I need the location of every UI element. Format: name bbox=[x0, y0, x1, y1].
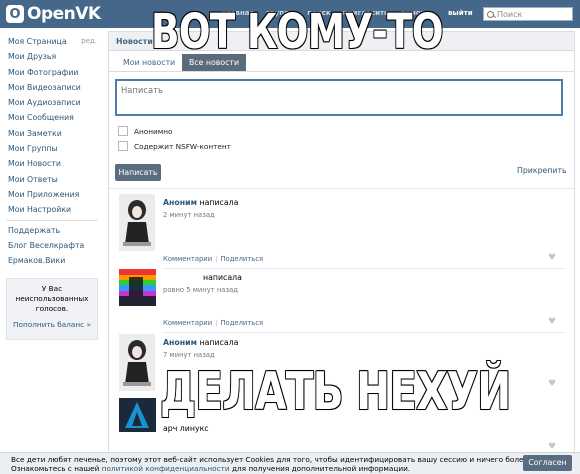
meme-caption-bottom: ДЕЛАТЬ НЕХУЙ bbox=[159, 361, 512, 423]
post-header: написала bbox=[203, 273, 242, 282]
anonymous-checkbox[interactable] bbox=[118, 126, 128, 136]
sidebar-item-videos[interactable]: Мои Видеозаписи bbox=[0, 80, 104, 95]
sidebar-item-news[interactable]: Мои Новости bbox=[0, 156, 104, 171]
balance-line: голосов. bbox=[35, 304, 69, 314]
cookie-banner: Все дети любят печенье, поэтому этот веб… bbox=[0, 452, 580, 474]
post-divider bbox=[163, 268, 565, 269]
sidebar-divider bbox=[6, 219, 98, 221]
votes-balance-box: У Вас неиспользованных голосов. Пополнит… bbox=[6, 278, 98, 341]
logout-link[interactable]: выйти bbox=[448, 9, 473, 17]
search-icon bbox=[487, 10, 494, 18]
submit-post-button[interactable]: Написать bbox=[115, 164, 161, 181]
meme-caption-top: ВОТ КОМУ-ТО bbox=[150, 3, 444, 61]
post-time[interactable]: 7 минут назад bbox=[163, 351, 215, 359]
post-actions: Комментарии | Поделиться bbox=[163, 319, 264, 327]
glitch-avatar-image bbox=[119, 269, 156, 306]
like-heart-icon[interactable]: ♥ bbox=[548, 442, 556, 452]
cookie-line: Ознакомьтесь с нашей политикой конфиденц… bbox=[11, 464, 530, 473]
left-sidebar: Моя Страница ред. Мои Друзья Мои Фотогра… bbox=[0, 34, 104, 341]
openvk-logo[interactable]: O OpenVK bbox=[6, 3, 101, 25]
comments-link[interactable]: Комментарии bbox=[163, 255, 212, 263]
post-verb: написала bbox=[203, 273, 242, 282]
nsfw-checkbox[interactable] bbox=[118, 141, 128, 151]
post-verb: написала bbox=[199, 198, 239, 207]
post-text: арч линукс bbox=[163, 424, 209, 433]
logo-icon: O bbox=[6, 5, 24, 23]
like-heart-icon[interactable]: ♥ bbox=[548, 379, 556, 389]
anime-avatar-image bbox=[119, 334, 155, 391]
post-divider bbox=[163, 332, 565, 333]
sidebar-item-photos[interactable]: Мои Фотографии bbox=[0, 65, 104, 80]
share-link[interactable]: Поделиться bbox=[220, 319, 263, 327]
avatar[interactable] bbox=[119, 334, 155, 391]
avatar[interactable] bbox=[119, 398, 156, 432]
top-up-balance-link[interactable]: Пополнить баланс » bbox=[7, 320, 97, 329]
sidebar-item-apps[interactable]: Мои Приложения bbox=[0, 187, 104, 202]
nsfw-option[interactable]: Содержит NSFW-контент bbox=[118, 141, 231, 151]
author-link[interactable]: Аноним bbox=[163, 338, 197, 347]
sidebar-item-my-page[interactable]: Моя Страница ред. bbox=[0, 34, 104, 49]
avatar[interactable] bbox=[119, 269, 156, 306]
sidebar-item-messages[interactable]: Мои Сообщения bbox=[0, 110, 104, 125]
post-placeholder: Написать bbox=[121, 85, 163, 95]
logo-text: OpenVK bbox=[27, 4, 101, 24]
anonymous-option[interactable]: Анонимно bbox=[118, 126, 172, 136]
post-verb: написала bbox=[199, 338, 239, 347]
post-header: Аноним написала bbox=[163, 198, 238, 207]
like-heart-icon[interactable]: ♥ bbox=[548, 317, 556, 327]
cookie-line: Все дети любят печенье, поэтому этот веб… bbox=[11, 455, 531, 464]
sidebar-item-audio[interactable]: Мои Аудиозаписи bbox=[0, 95, 104, 110]
nsfw-label: Содержит NSFW-контент bbox=[134, 141, 231, 151]
privacy-policy-link[interactable]: политикой конфиденциальности bbox=[102, 464, 230, 473]
post-time[interactable]: ровно 5 минут назад bbox=[163, 286, 238, 294]
sidebar-item-replies[interactable]: Мои Ответы bbox=[0, 172, 104, 187]
sidebar-item-donate[interactable]: Поддержать bbox=[0, 223, 104, 238]
search-input[interactable]: Поиск bbox=[483, 7, 573, 21]
new-post-textarea[interactable]: Написать bbox=[115, 79, 563, 116]
sidebar-item-groups[interactable]: Мои Группы bbox=[0, 141, 104, 156]
comments-link[interactable]: Комментарии bbox=[163, 319, 212, 327]
avatar[interactable] bbox=[119, 194, 155, 251]
sidebar-item-label: Моя Страница bbox=[8, 37, 67, 46]
attach-link[interactable]: Прикрепить bbox=[517, 166, 567, 175]
accept-cookies-button[interactable]: Согласен bbox=[523, 455, 572, 471]
edit-profile-link[interactable]: ред. bbox=[81, 34, 97, 49]
cookie-text: Все дети любят печенье, поэтому этот веб… bbox=[11, 455, 530, 473]
balance-line: неиспользованных bbox=[15, 294, 89, 304]
share-link[interactable]: Поделиться bbox=[220, 255, 263, 263]
post-time[interactable]: 2 минут назад bbox=[163, 211, 215, 219]
like-heart-icon[interactable]: ♥ bbox=[548, 253, 556, 263]
post-header: Аноним написала bbox=[163, 338, 238, 347]
anonymous-label: Анонимно bbox=[134, 126, 173, 136]
arch-avatar-image bbox=[119, 398, 156, 432]
sidebar-item-settings[interactable]: Мои Настройки bbox=[0, 202, 104, 217]
feed-divider bbox=[109, 188, 574, 189]
sidebar-item-friends[interactable]: Мои Друзья bbox=[0, 49, 104, 64]
sidebar-item-blog[interactable]: Блог Веселкрафта bbox=[0, 238, 104, 253]
balance-line: У Вас bbox=[41, 284, 63, 294]
sidebar-item-notes[interactable]: Мои Заметки bbox=[0, 126, 104, 141]
post-actions: Комментарии | Поделиться bbox=[163, 255, 264, 263]
cookie-line-prefix: Ознакомьтесь с нашей bbox=[11, 464, 100, 473]
cookie-line-suffix: для получения дополнительной информации. bbox=[231, 464, 411, 473]
sidebar-item-wiki[interactable]: Ермаков.Вики bbox=[0, 253, 104, 268]
search-placeholder: Поиск bbox=[497, 9, 523, 19]
author-link[interactable]: Аноним bbox=[163, 198, 197, 207]
anime-avatar-image bbox=[119, 194, 155, 251]
page-title: Новости bbox=[116, 37, 153, 46]
